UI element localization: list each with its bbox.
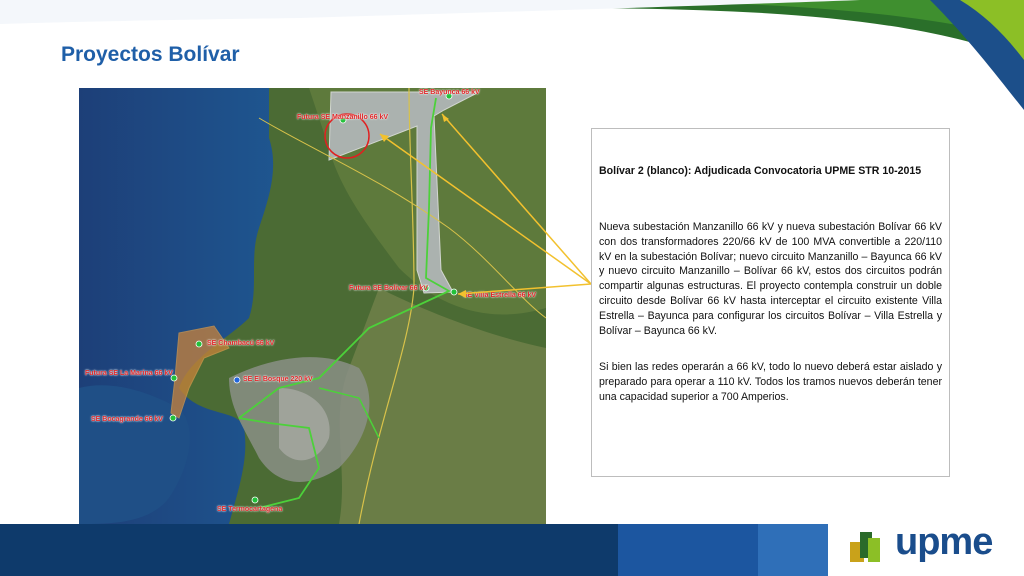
upme-logo-mark-icon (850, 532, 880, 562)
project-description: Nueva subestación Manzanillo 66 kV y nue… (599, 221, 942, 337)
upme-logo-text: upme (895, 521, 993, 563)
project-description-box: Bolívar 2 (blanco): Adjudicada Convocato… (591, 128, 950, 477)
project-heading: Bolívar 2 (blanco): Adjudicada Convocato… (599, 165, 922, 177)
project-requirements: Si bien las redes operarán a 66 kV, todo… (599, 361, 942, 403)
